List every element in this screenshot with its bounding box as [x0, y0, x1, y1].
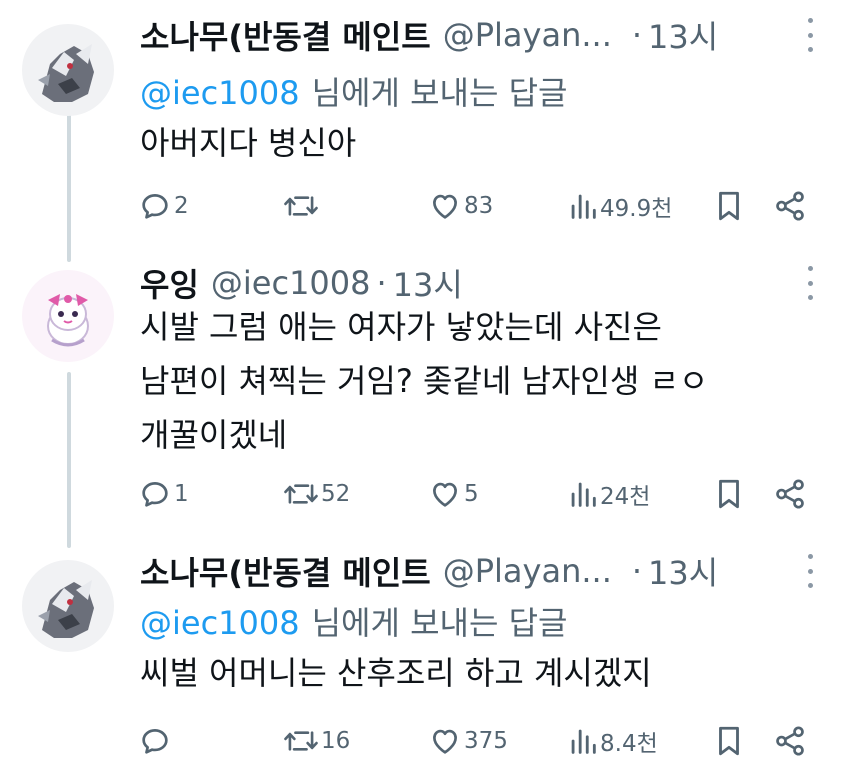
tweet[interactable]: 소나무(반동결 메인트 @Playan... · 13시 @iec1008 님에게… [0, 10, 850, 225]
reply-suffix: 님에게 보내는 답글 [311, 604, 568, 642]
reply-count: 2 [174, 193, 189, 219]
reply-icon [138, 477, 172, 511]
more-icon[interactable] [806, 554, 814, 588]
like-button[interactable]: 375 [428, 721, 508, 761]
bookmark-button[interactable] [714, 721, 744, 761]
like-button[interactable]: 83 [428, 186, 493, 226]
avatar[interactable] [22, 560, 114, 652]
like-icon [428, 724, 462, 758]
retweet-icon [283, 477, 319, 511]
separator-dot: · [631, 16, 643, 54]
views-button[interactable]: 24천 [568, 474, 650, 514]
like-count: 5 [464, 481, 479, 507]
views-button[interactable]: 8.4천 [568, 721, 658, 761]
tweet[interactable]: 소나무(반동결 메인트 @Playan... · 13시 @iec1008 님에게… [0, 546, 850, 766]
bookmark-button[interactable] [714, 474, 744, 514]
views-count: 8.4천 [600, 731, 658, 757]
views-count: 49.9천 [600, 196, 673, 222]
retweet-icon [283, 724, 319, 758]
reply-icon [138, 724, 172, 758]
tweet[interactable]: 우잉 @iec1008 · 13시 시발 그럼 애는 여자가 낳았는데 사진은 … [0, 258, 850, 523]
display-name[interactable]: 소나무(반동결 메인트 [140, 548, 431, 594]
display-name[interactable]: 소나무(반동결 메인트 [140, 12, 431, 58]
retweet-icon [283, 189, 319, 223]
avatar[interactable] [22, 270, 114, 362]
retweet-button[interactable]: 16 [283, 721, 350, 761]
views-icon [568, 189, 598, 223]
bookmark-icon [714, 477, 744, 511]
share-icon [773, 189, 807, 223]
tweet-text: 아버지다 병신아 [140, 116, 790, 170]
tweet-text-line: 시발 그럼 애는 여자가 낳았는데 사진은 [140, 308, 662, 346]
share-icon [773, 477, 807, 511]
user-handle[interactable]: @iec1008 [211, 264, 371, 302]
reply-suffix: 님에게 보내는 답글 [311, 74, 568, 112]
reply-button[interactable]: 1 [138, 474, 189, 514]
like-button[interactable]: 5 [428, 474, 479, 514]
more-icon[interactable] [806, 18, 814, 52]
like-icon [428, 477, 462, 511]
views-count: 24천 [600, 484, 651, 510]
bookmark-icon [714, 189, 744, 223]
retweet-button[interactable]: 52 [283, 474, 350, 514]
tweet-text: 시발 그럼 애는 여자가 낳았는데 사진은 남편이 쳐찍는 거임? 좆같네 남자… [140, 300, 790, 462]
tweet-text-line: 씨벌 어머니는 산후조리 하고 계시겠지 [140, 654, 652, 692]
share-button[interactable] [773, 721, 807, 761]
reply-count: 1 [174, 481, 189, 507]
reply-icon [138, 189, 172, 223]
reply-button[interactable] [138, 721, 174, 761]
retweet-count: 52 [321, 481, 351, 507]
tweet-text-line: 개꿀이겠네 [140, 416, 288, 454]
like-count: 83 [464, 193, 494, 219]
tweet-text-line: 남편이 쳐찍는 거임? 좆같네 남자인생 ㄹㅇ [140, 362, 709, 400]
tweet-text: 씨벌 어머니는 산후조리 하고 계시겠지 [140, 646, 790, 700]
timestamp[interactable]: 13시 [648, 12, 718, 58]
share-button[interactable] [773, 186, 807, 226]
bookmark-button[interactable] [714, 186, 744, 226]
separator-dot: · [631, 552, 643, 590]
reply-mention[interactable]: @iec1008 [140, 74, 300, 112]
user-handle[interactable]: @Playan... [443, 16, 612, 54]
user-handle[interactable]: @Playan... [443, 552, 612, 590]
more-icon[interactable] [806, 266, 814, 300]
share-button[interactable] [773, 474, 807, 514]
timestamp[interactable]: 13시 [648, 548, 718, 594]
retweet-count: 16 [321, 728, 351, 754]
views-icon [568, 477, 598, 511]
retweet-button[interactable] [283, 186, 321, 226]
like-icon [428, 189, 462, 223]
bookmark-icon [714, 724, 744, 758]
reply-context: @iec1008 님에게 보내는 답글 [140, 68, 567, 114]
views-icon [568, 724, 598, 758]
reply-context: @iec1008 님에게 보내는 답글 [140, 598, 567, 644]
tweet-text-line: 아버지다 병신아 [140, 124, 357, 162]
reply-button[interactable]: 2 [138, 186, 189, 226]
avatar[interactable] [22, 24, 114, 116]
views-button[interactable]: 49.9천 [568, 186, 672, 226]
like-count: 375 [464, 728, 508, 754]
separator-dot: · [376, 264, 387, 302]
reply-mention[interactable]: @iec1008 [140, 604, 300, 642]
share-icon [773, 724, 807, 758]
